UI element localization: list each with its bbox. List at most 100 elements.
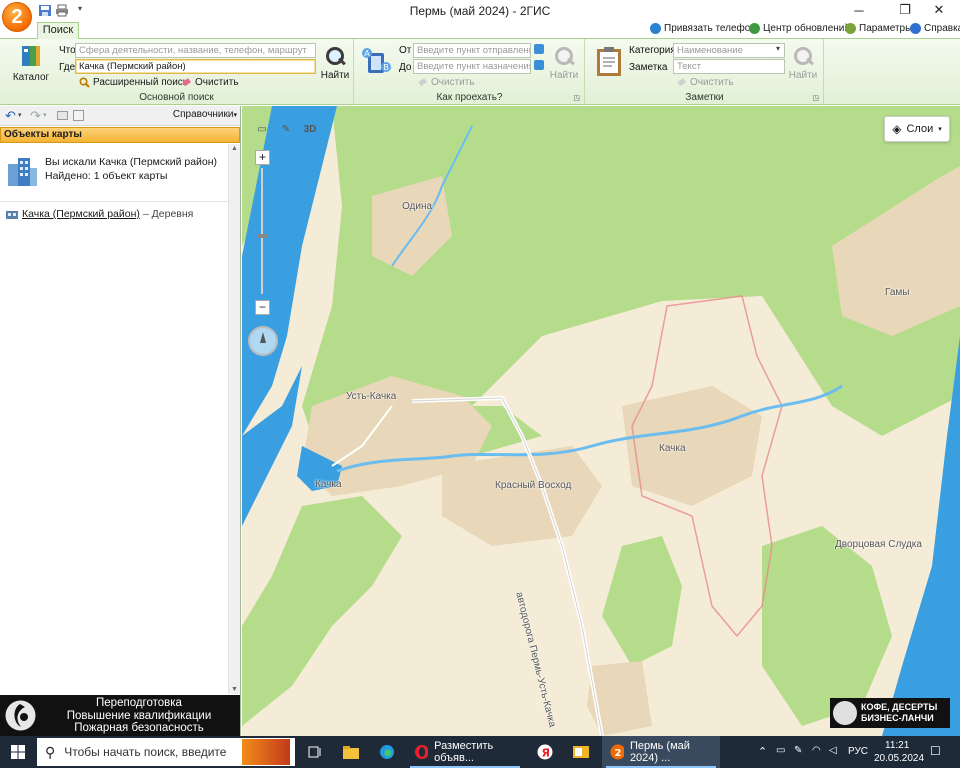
from-pick-icon[interactable] [534,44,544,54]
export-list-icon[interactable] [73,110,84,121]
search-icon: ⚲ [45,743,56,760]
map-label-ust-kachka: Усть-Качка [346,391,397,402]
clock-date[interactable]: 20.05.2024 [874,753,924,764]
eraser-icon [418,78,427,87]
opera-icon [415,745,429,759]
catalog-button[interactable]: Каталог [10,43,52,83]
zoom-in-button[interactable]: + [255,150,270,165]
forward-arrow-icon[interactable]: ↷ [30,108,41,124]
notes-group: Категория Наименование ▾ Заметка Текст О… [586,39,824,105]
windows-start-icon[interactable] [11,745,25,759]
outlook-icon [573,746,589,758]
close-button[interactable]: ✕ [916,0,960,20]
ruler-icon[interactable]: ▭ [252,120,272,138]
zoom-slider-handle[interactable] [257,234,267,238]
edge-button[interactable] [372,736,402,768]
map-ad-banner[interactable]: КОФЕ, ДЕСЕРТЫ БИЗНЕС-ЛАНЧИ [830,698,950,728]
task-view-button[interactable] [300,736,330,768]
back-arrow-icon[interactable]: ↶ [5,108,16,124]
compass-icon[interactable] [248,326,278,356]
phone-icon [650,23,661,34]
map-ad-line-1: КОФЕ, ДЕСЕРТЫ [861,702,938,712]
note-label: Заметка [629,62,668,73]
group-launcher-icon[interactable]: ◳ [573,94,580,102]
clear-notes-button[interactable]: Очистить [676,77,734,88]
layers-icon: ◈ [892,122,902,136]
to-input[interactable]: Введите пункт назначения [413,59,531,74]
main-search-group: Каталог Что Сфера деятельности, название… [0,39,354,105]
yandex-button[interactable]: Я [530,736,560,768]
draw-icon[interactable]: ✎ [276,120,296,138]
task-view-icon [308,746,321,758]
volume-icon[interactable]: ◁ [829,745,837,756]
to-pick-icon[interactable] [534,60,544,70]
refresh-icon [749,23,760,34]
route-caption: Как проехать? [436,92,503,103]
scroll-up-icon[interactable]: ▲ [231,145,238,152]
ribbon: Каталог Что Сфера деятельности, название… [0,38,960,105]
language-indicator[interactable]: РУС [848,746,868,757]
tab-search[interactable]: Поиск [37,22,79,39]
what-input[interactable]: Сфера деятельности, название, телефон, м… [75,43,316,58]
to-label: До [399,62,412,73]
network-icon[interactable]: ▭ [776,745,785,756]
app-logo-icon[interactable]: 2 [2,2,32,32]
map-label-kachka-village: Качка [659,443,686,454]
back-dropdown-icon[interactable]: ▾ [18,111,22,119]
chevron-down-icon: ▾ [938,126,942,133]
clear-route-button[interactable]: Очистить [417,77,475,88]
update-center-link[interactable]: Центр обновлений [749,23,850,34]
zoom-out-button[interactable]: − [255,300,270,315]
ad-banner[interactable]: Переподготовка Повышение квалификации По… [0,695,240,736]
clear-search-button[interactable]: Очистить [181,77,239,88]
map-view[interactable]: Одина Гамы Усть-Качка Качка Качка Красны… [242,106,960,736]
zoom-control: + − [255,150,271,318]
notes-find-button[interactable]: Найти [787,46,819,81]
directories-dropdown[interactable]: Справочники▾ [173,109,237,120]
where-input[interactable]: Качка (Пермский район) [75,59,316,74]
eraser-icon [677,78,686,87]
outlook-button[interactable] [566,736,596,768]
svg-text:Я: Я [542,747,550,760]
category-select[interactable]: Наименование [673,43,785,58]
svg-text:B: B [383,63,389,72]
opera-taskbar-app[interactable]: Разместить объяв... [406,736,524,768]
from-input[interactable]: Введите пункт отправления [413,43,531,58]
wifi-icon[interactable]: ◠ [812,745,821,756]
file-explorer-icon [343,746,359,759]
pen-icon[interactable]: ✎ [794,745,802,756]
notification-icon[interactable]: ☐ [930,744,941,758]
clock-time[interactable]: 11:21 [885,740,909,751]
result-item[interactable]: Качка (Пермский район) – Деревня [5,208,193,220]
svg-text:2: 2 [615,748,622,759]
search-find-button[interactable]: Найти [320,46,350,81]
zoom-slider-track[interactable] [261,168,263,294]
search-icon [324,46,346,68]
from-label: От [399,45,412,56]
advanced-search-button[interactable]: Расширенный поиск [79,77,187,88]
gear-icon [845,23,856,34]
note-input[interactable]: Текст [673,59,785,74]
tray-chevron-icon[interactable]: ⌃ [758,745,767,758]
search-summary: Вы искали Качка (Пермский район) Найдено… [0,144,228,202]
route-find-button[interactable]: Найти [548,46,580,81]
category-dropdown-icon[interactable]: ▾ [776,44,780,53]
left-panel-scrollbar[interactable]: ▲ ▼ [228,144,240,694]
settlement-icon [6,210,18,219]
print-list-icon[interactable] [57,111,68,120]
settings-link[interactable]: Параметры [845,23,912,34]
file-explorer-button[interactable] [336,736,366,768]
attach-phone-link[interactable]: Привязать телефон [650,23,756,34]
forward-dropdown-icon[interactable]: ▾ [43,111,47,119]
2gis-taskbar-app[interactable]: 2 Пермь (май 2024) ... [602,736,720,768]
help-link[interactable]: Справка [910,23,960,34]
map-label-krasny-voskhod: Красный Восход [495,480,572,491]
3d-button[interactable]: 3D [300,120,320,138]
map-label-odina: Одина [402,201,433,212]
layers-button[interactable]: ◈ Слои ▾ [884,116,950,142]
result-link[interactable]: Качка (Пермский район) [22,208,140,220]
minimize-button[interactable]: ─ [836,0,882,20]
map-ad-line-2: БИЗНЕС-ЛАНЧИ [861,713,934,723]
group-launcher-icon[interactable]: ◳ [812,94,819,102]
scroll-down-icon[interactable]: ▼ [231,686,238,693]
